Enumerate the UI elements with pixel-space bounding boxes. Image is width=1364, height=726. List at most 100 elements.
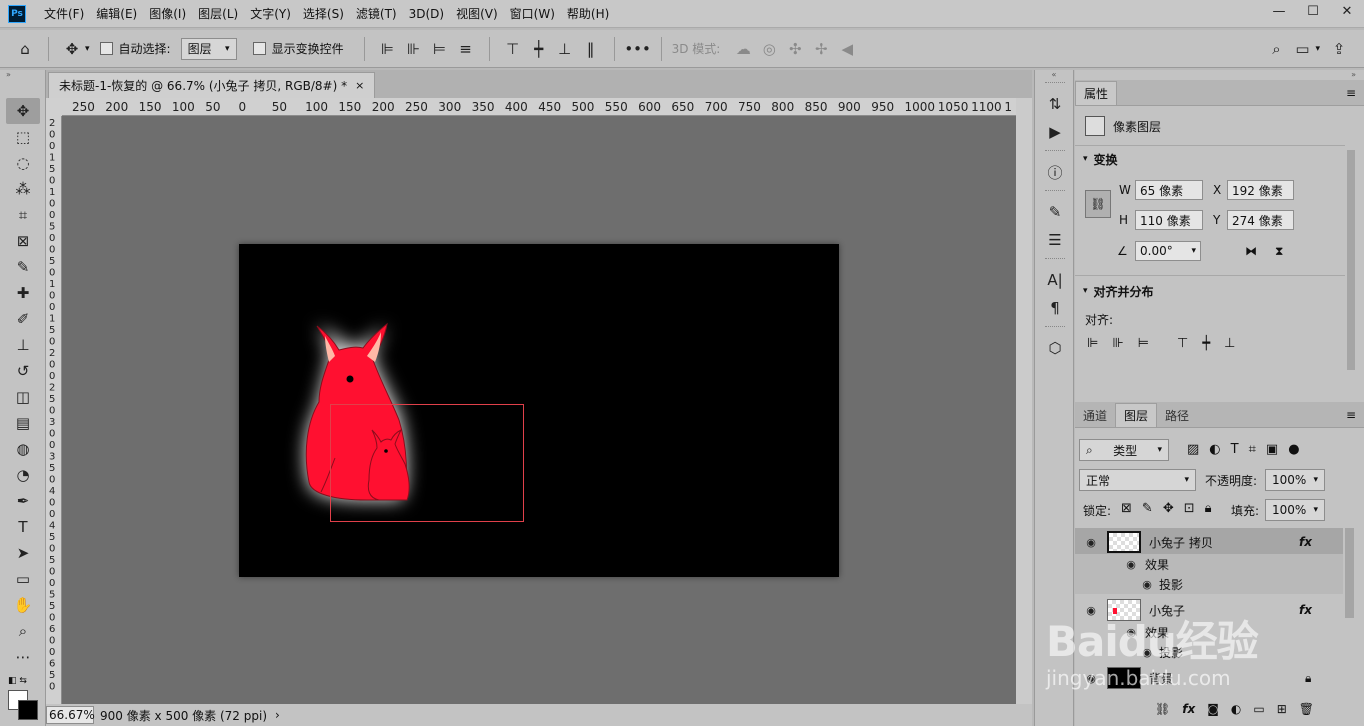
distribute-h-icon[interactable]: ‖ — [578, 36, 604, 62]
menu-help[interactable]: 帮助(H) — [561, 5, 615, 22]
magic-wand-tool-icon[interactable]: ⁂ — [6, 176, 40, 202]
3d-orbit-icon[interactable]: ☁ — [730, 36, 756, 62]
align-middle-icon[interactable]: ┿ — [1202, 336, 1210, 351]
filter-pixel-icon[interactable]: ▨ — [1187, 442, 1199, 457]
menu-image[interactable]: 图像(I) — [143, 5, 192, 22]
flip-vertical-icon[interactable]: ⧗ — [1275, 244, 1283, 259]
tab-channels[interactable]: 通道 — [1075, 403, 1115, 427]
vertical-ruler[interactable]: 2001501005005010015020025030035040045050… — [46, 116, 62, 704]
effects-row[interactable]: ◉ 效果 — [1075, 554, 1343, 574]
horizontal-ruler[interactable]: 250 200 150 100 50 0 50 100 150 200 250 300 350 400 45… — [62, 98, 1016, 116]
blur-tool-icon[interactable]: ◍ — [6, 436, 40, 462]
panel-menu-icon[interactable]: ≡ — [1346, 86, 1356, 100]
menu-window[interactable]: 窗口(W) — [504, 5, 561, 22]
brushes-panel-icon[interactable]: ✎ — [1035, 198, 1075, 226]
stamp-tool-icon[interactable]: ⊥ — [6, 332, 40, 358]
collapse-icon[interactable]: « — [1035, 70, 1073, 79]
close-icon[interactable]: × — [355, 79, 364, 92]
status-menu-arrow-icon[interactable]: › — [275, 708, 280, 722]
lock-image-icon[interactable]: ✎ — [1142, 501, 1153, 516]
filter-adjustment-icon[interactable]: ◐ — [1209, 442, 1220, 457]
frame-tool-icon[interactable]: ⊠ — [6, 228, 40, 254]
distribute-v-icon[interactable]: ≡ — [453, 36, 479, 62]
show-transform-checkbox[interactable] — [252, 42, 266, 55]
lock-all-icon[interactable]: 🔒︎ — [1205, 501, 1212, 516]
healing-brush-tool-icon[interactable]: ✚ — [6, 280, 40, 306]
eyedropper-tool-icon[interactable]: ✎ — [6, 254, 40, 280]
move-tool-preset-icon[interactable]: ✥ — [59, 36, 85, 62]
align-center-h-icon[interactable]: ⊪ — [1112, 336, 1123, 351]
align-left-icon[interactable]: ⊫ — [375, 36, 401, 62]
document-canvas[interactable] — [239, 244, 839, 577]
pen-tool-icon[interactable]: ✒ — [6, 488, 40, 514]
auto-select-checkbox[interactable] — [99, 42, 113, 55]
blend-mode-dropdown[interactable]: 正常 ▾ — [1079, 469, 1196, 491]
width-field[interactable]: 65 像素 — [1135, 180, 1203, 200]
rectangle-tool-icon[interactable]: ▭ — [6, 566, 40, 592]
3d-camera-icon[interactable]: ◀ — [834, 36, 860, 62]
type-tool-icon[interactable]: T — [6, 514, 40, 540]
link-dimensions-icon[interactable]: ⛓ — [1085, 190, 1111, 218]
close-button[interactable]: ✕ — [1330, 0, 1364, 22]
flip-horizontal-icon[interactable]: ⧓ — [1245, 244, 1257, 258]
visibility-eye-icon[interactable]: ◉ — [1083, 536, 1099, 549]
crop-tool-icon[interactable]: ⌗ — [6, 202, 40, 228]
align-right-icon[interactable]: ⊨ — [1138, 336, 1149, 351]
transform-section-header[interactable]: ▾ 变换 — [1075, 146, 1118, 172]
layer-filter-dropdown[interactable]: ⌕ 类型 ▾ — [1079, 439, 1169, 461]
zoom-tool-icon[interactable]: ⌕ — [6, 618, 40, 644]
menu-layer[interactable]: 图层(L) — [192, 5, 244, 22]
brush-tool-icon[interactable]: ✐ — [6, 306, 40, 332]
layers-scrollbar[interactable] — [1345, 528, 1354, 618]
minimize-button[interactable]: — — [1262, 0, 1296, 22]
panel-menu-icon[interactable]: ≡ — [1346, 408, 1356, 422]
tab-paths[interactable]: 路径 — [1157, 403, 1197, 427]
collapse-icon[interactable]: » — [0, 70, 45, 80]
align-bottom-icon[interactable]: ⊥ — [552, 36, 578, 62]
3d-panel-icon[interactable]: ⬡ — [1035, 334, 1075, 362]
filter-smart-object-icon[interactable]: ▣ — [1266, 442, 1278, 457]
info-panel-icon[interactable]: ⓘ — [1035, 158, 1075, 186]
filter-type-icon[interactable]: T — [1231, 442, 1239, 457]
trash-icon[interactable]: 🗑︎ — [1299, 702, 1314, 716]
align-middle-icon[interactable]: ┿ — [526, 36, 552, 62]
more-options-button[interactable]: ••• — [624, 36, 651, 62]
align-left-icon[interactable]: ⊫ — [1087, 336, 1098, 351]
collapse-icon[interactable]: » — [1075, 70, 1364, 80]
new-group-folder-icon[interactable]: ▭ — [1253, 702, 1264, 716]
chevron-down-icon[interactable]: ▾ — [1315, 44, 1320, 62]
menu-type[interactable]: 文字(Y) — [244, 5, 297, 22]
properties-scrollbar[interactable] — [1347, 150, 1355, 370]
angle-field[interactable]: 0.00° ▾ — [1135, 241, 1201, 261]
maximize-button[interactable]: ☐ — [1296, 0, 1330, 22]
document-tab[interactable]: 未标题-1-恢复的 @ 66.7% (小兔子 拷贝, RGB/8#) * × — [48, 72, 376, 98]
y-field[interactable]: 274 像素 — [1227, 210, 1294, 230]
gradient-tool-icon[interactable]: ▤ — [6, 410, 40, 436]
filter-shape-icon[interactable]: ⌗ — [1249, 442, 1256, 457]
effect-drop-shadow-row[interactable]: ◉ 投影 — [1075, 574, 1343, 594]
search-icon[interactable]: ⌕ — [1263, 36, 1289, 62]
share-icon[interactable]: ⇪ — [1326, 36, 1352, 62]
height-field[interactable]: 110 像素 — [1135, 210, 1203, 230]
menu-file[interactable]: 文件(F) — [38, 5, 90, 22]
dodge-tool-icon[interactable]: ◔ — [6, 462, 40, 488]
add-mask-icon[interactable]: ◙ — [1207, 702, 1219, 716]
paragraph-panel-icon[interactable]: ¶ — [1035, 294, 1075, 322]
menu-select[interactable]: 选择(S) — [297, 5, 350, 22]
adjustments-panel-icon[interactable]: ☰ — [1035, 226, 1075, 254]
align-right-icon[interactable]: ⊨ — [427, 36, 453, 62]
move-tool-icon[interactable]: ✥ — [6, 98, 40, 124]
character-panel-icon[interactable]: A| — [1035, 266, 1075, 294]
menu-view[interactable]: 视图(V) — [450, 5, 504, 22]
zoom-level-field[interactable]: 66.67% — [46, 706, 95, 724]
path-selection-tool-icon[interactable]: ➤ — [6, 540, 40, 566]
lock-transparent-icon[interactable]: ⊠ — [1121, 501, 1132, 516]
3d-roll-icon[interactable]: ◎ — [756, 36, 782, 62]
edit-toolbar-icon[interactable]: ⋯ — [6, 644, 40, 670]
background-color-swatch[interactable] — [18, 700, 38, 720]
fx-icon[interactable]: fx — [1299, 603, 1312, 617]
vertical-scrollbar[interactable] — [1016, 98, 1032, 704]
align-center-h-icon[interactable]: ⊪ — [401, 36, 427, 62]
align-section-header[interactable]: ▾ 对齐并分布 — [1075, 278, 1154, 304]
canvas-area[interactable] — [62, 116, 1016, 704]
